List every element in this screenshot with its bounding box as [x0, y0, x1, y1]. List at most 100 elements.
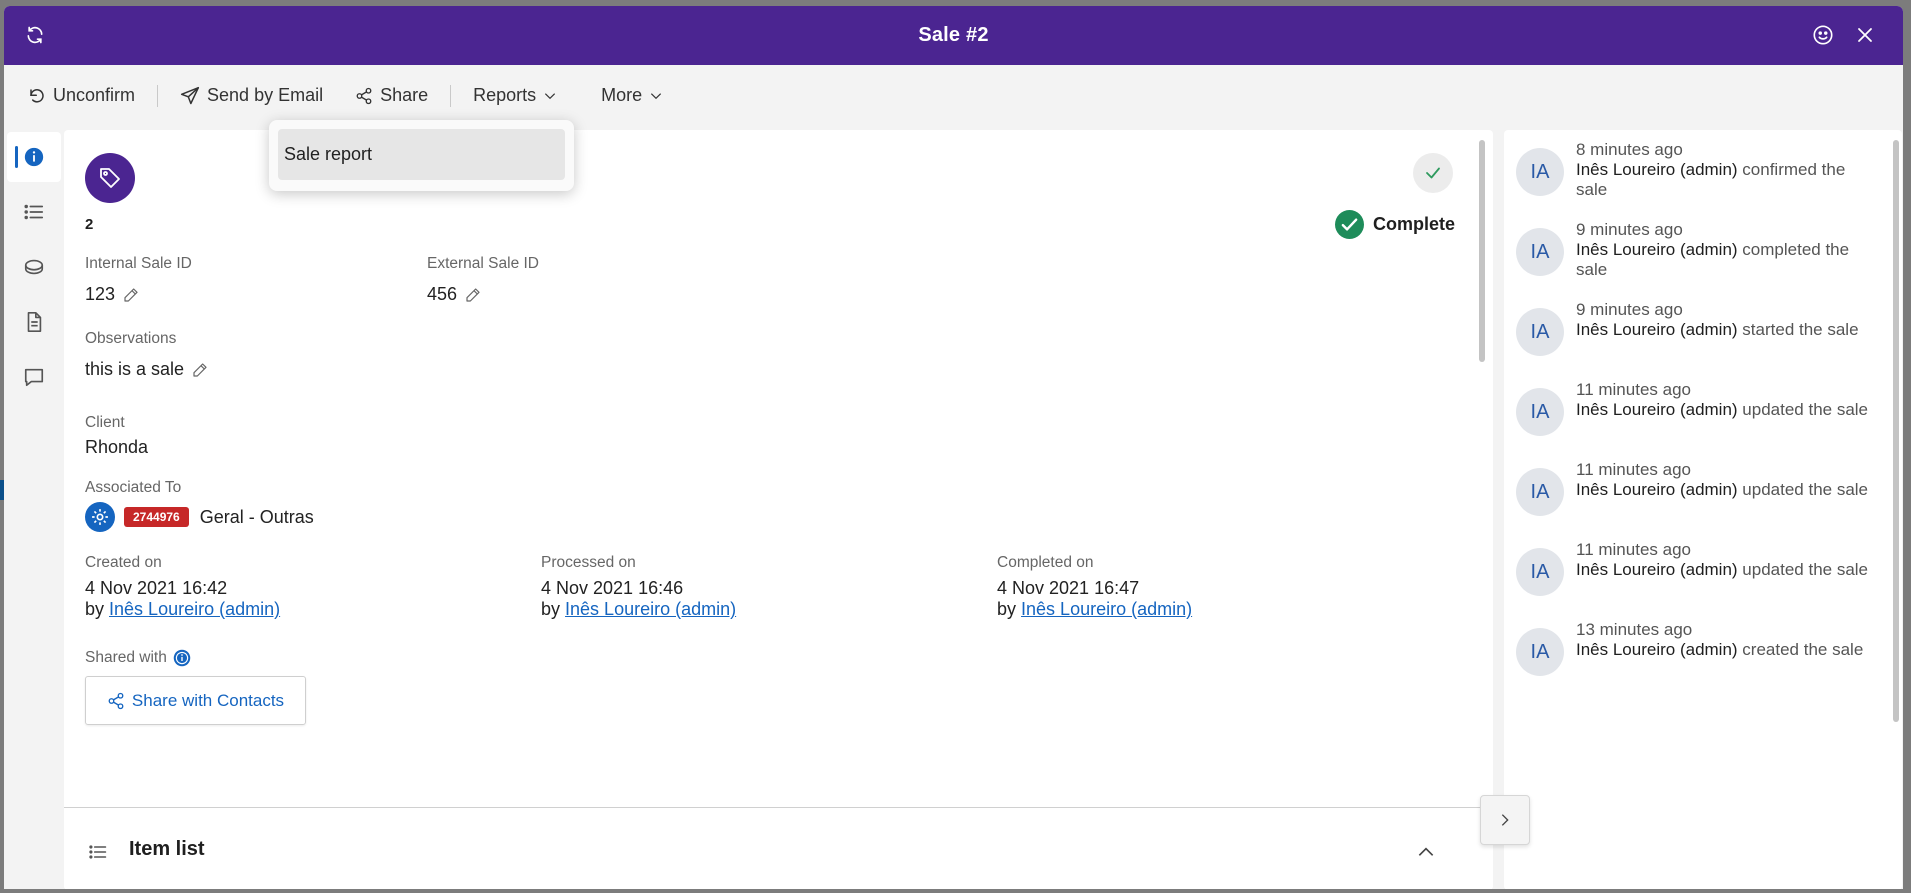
completed-by-user-link[interactable]: Inês Loureiro (admin) [1021, 599, 1192, 619]
activity-text: 13 minutes ago Inês Loureiro (admin) crea… [1576, 620, 1876, 660]
share-button[interactable]: Share [351, 79, 432, 112]
chevron-up-icon[interactable] [1416, 842, 1436, 862]
activity-text: 11 minutes ago Inês Loureiro (admin) upda… [1576, 460, 1876, 500]
tag-icon [85, 153, 135, 203]
send-icon [180, 86, 200, 104]
check-icon [1426, 167, 1440, 179]
reports-button[interactable]: Reports [469, 79, 561, 112]
activity-text: 11 minutes ago Inês Loureiro (admin) upda… [1576, 540, 1876, 580]
activity-scrollbar[interactable] [1893, 140, 1899, 722]
processed-by-prefix: by [541, 599, 561, 619]
list-icon [89, 845, 107, 859]
check-circle-icon [1335, 210, 1364, 239]
share-with-contacts-button[interactable]: Share with Contacts [85, 676, 306, 725]
share-icon [108, 692, 124, 709]
activity-item: IA 11 minutes ago Inês Loureiro (admin) up… [1516, 380, 1896, 450]
avatar: IA [1516, 628, 1564, 676]
activity-action: updated the sale [1737, 400, 1869, 419]
item-list-title: Item list [129, 838, 205, 860]
completed-date: 4 Nov 2021 16:47 [997, 578, 1140, 598]
created-info: Created on 4 Nov 2021 16:42 by Inês Lour… [85, 554, 280, 620]
title-bar: Sale #2 [4, 6, 1903, 65]
activity-time: 11 minutes ago [1576, 380, 1691, 399]
activity-time: 9 minutes ago [1576, 220, 1683, 239]
reports-dropdown: Sale report [269, 120, 574, 191]
sale-window: Sale #2 Unconfirm Send by Email Share Re… [4, 6, 1903, 889]
processed-date: 4 Nov 2021 16:46 [541, 578, 684, 598]
comment-icon [24, 368, 44, 387]
observations-label: Observations [85, 330, 177, 347]
activity-item: IA 8 minutes ago Inês Loureiro (admin) con… [1516, 140, 1896, 210]
processed-by-user-link[interactable]: Inês Loureiro (admin) [565, 599, 736, 619]
created-date: 4 Nov 2021 16:42 [85, 578, 228, 598]
toolbar-divider [450, 84, 452, 107]
close-icon[interactable] [1853, 23, 1877, 47]
associated-to: 2744976 Geral - Outras [85, 502, 314, 532]
nav-info[interactable] [7, 132, 61, 182]
chevron-down-icon [651, 92, 662, 99]
unconfirm-button[interactable]: Unconfirm [24, 79, 139, 112]
share-icon [356, 87, 372, 104]
send-email-label: Send by Email [207, 85, 324, 105]
activity-item: IA 11 minutes ago Inês Loureiro (admin) up… [1516, 460, 1896, 530]
processed-label: Processed on [541, 554, 636, 571]
nav-documents[interactable] [7, 297, 61, 347]
external-id-field: 456 [427, 284, 481, 305]
share-contacts-label: Share with Contacts [131, 690, 285, 710]
info-icon[interactable] [173, 649, 191, 667]
nav-comments[interactable] [7, 352, 61, 402]
activity-action: updated the sale [1737, 560, 1869, 579]
coins-icon [24, 259, 44, 275]
status-text: Complete [1373, 214, 1456, 234]
completed-by-prefix: by [997, 599, 1017, 619]
document-icon [27, 312, 42, 332]
observations-field: this is a sale [85, 359, 208, 380]
more-label: More [601, 85, 643, 105]
activity-action: created the sale [1737, 640, 1864, 659]
pencil-icon[interactable] [192, 362, 208, 378]
confirm-check-button[interactable] [1413, 153, 1453, 193]
activity-time: 11 minutes ago [1576, 540, 1691, 559]
activity-user: Inês Loureiro (admin) [1576, 640, 1738, 659]
sale-details-panel: 2 Complete Internal Sale ID 123 External… [64, 130, 1493, 889]
avatar: IA [1516, 148, 1564, 196]
refresh-icon[interactable] [23, 23, 47, 47]
nav-items[interactable] [7, 187, 61, 237]
pencil-icon[interactable] [123, 287, 139, 303]
activity-user: Inês Loureiro (admin) [1576, 560, 1738, 579]
more-button[interactable]: More [597, 79, 667, 112]
pencil-icon[interactable] [465, 287, 481, 303]
activity-action: updated the sale [1737, 480, 1869, 499]
details-scrollbar[interactable] [1479, 140, 1485, 362]
processed-info: Processed on 4 Nov 2021 16:46 by Inês Lo… [541, 554, 736, 620]
menu-item-sale-report[interactable]: Sale report [278, 129, 565, 180]
shared-with: Shared with [85, 649, 191, 667]
expand-panel-button[interactable] [1480, 795, 1530, 845]
reports-label: Reports [473, 85, 537, 105]
external-id-label: External Sale ID [427, 255, 539, 272]
activity-text: 8 minutes ago Inês Loureiro (admin) confi… [1576, 140, 1876, 200]
activity-text: 11 minutes ago Inês Loureiro (admin) upda… [1576, 380, 1876, 420]
created-by-user-link[interactable]: Inês Loureiro (admin) [109, 599, 280, 619]
side-nav [7, 132, 63, 407]
activity-item: IA 9 minutes ago Inês Loureiro (admin) com… [1516, 220, 1896, 290]
smiley-icon[interactable] [1811, 23, 1835, 47]
activity-text: 9 minutes ago Inês Loureiro (admin) start… [1576, 300, 1876, 340]
sale-number: 2 [85, 216, 94, 233]
activity-time: 9 minutes ago [1576, 300, 1683, 319]
associated-badge[interactable]: 2744976 [124, 507, 189, 527]
activity-user: Inês Loureiro (admin) [1576, 480, 1738, 499]
observations-value: this is a sale [85, 359, 185, 379]
send-email-button[interactable]: Send by Email [176, 79, 327, 112]
internal-id-label: Internal Sale ID [85, 255, 192, 272]
nav-payments[interactable] [7, 242, 61, 292]
avatar: IA [1516, 548, 1564, 596]
unconfirm-label: Unconfirm [53, 85, 136, 105]
activity-time: 8 minutes ago [1576, 140, 1683, 159]
chevron-down-icon [545, 92, 556, 99]
created-label: Created on [85, 554, 162, 571]
toolbar-divider [157, 84, 159, 107]
status-badge: Complete [1335, 210, 1455, 239]
completed-label: Completed on [997, 554, 1094, 571]
window-title: Sale #2 [918, 24, 989, 46]
